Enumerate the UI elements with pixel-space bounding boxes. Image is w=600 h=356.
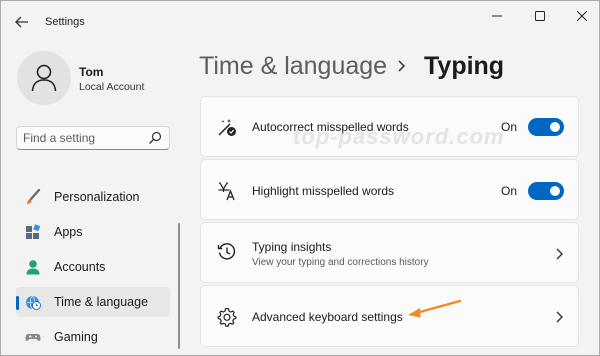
title-bar: Settings (1, 1, 599, 41)
spellcheck-icon (218, 182, 235, 201)
chevron-right-icon (556, 311, 563, 323)
maximize-icon (535, 11, 545, 21)
sidebar-item-label: Accounts (54, 260, 106, 274)
sidebar-item-label: Apps (54, 225, 83, 239)
setting-description: View your typing and corrections history (252, 257, 429, 268)
toggle-knob (550, 122, 560, 132)
globe-clock-icon (26, 295, 41, 310)
sidebar-item-time-language[interactable]: Time & language (16, 287, 170, 317)
setting-card-advanced-keyboard[interactable]: Advanced keyboard settings (200, 285, 579, 347)
gamepad-icon (25, 334, 41, 341)
highlight-toggle[interactable] (528, 182, 564, 200)
autocorrect-toggle[interactable] (528, 118, 564, 136)
app-title: Settings (45, 16, 85, 28)
close-icon (577, 11, 587, 21)
maximize-button[interactable] (522, 5, 558, 27)
sidebar-item-personalization[interactable]: Personalization (16, 182, 170, 212)
setting-card-highlight: Highlight misspelled words On (200, 159, 579, 220)
autocorrect-icon (218, 119, 236, 136)
chevron-right-icon (556, 248, 563, 260)
back-arrow-icon (15, 16, 28, 28)
minimize-icon (492, 15, 502, 17)
page-title: Typing (424, 52, 505, 80)
history-icon (217, 243, 236, 260)
setting-title: Typing insights (252, 240, 332, 254)
toggle-state-label: On (500, 184, 517, 198)
brush-icon (26, 189, 41, 204)
setting-title: Advanced keyboard settings (252, 310, 403, 324)
sidebar-item-label: Personalization (54, 190, 140, 204)
sidebar-item-apps[interactable]: Apps (16, 217, 170, 247)
sidebar-item-gaming[interactable]: Gaming (16, 322, 170, 352)
setting-card-autocorrect: Autocorrect misspelled words On (200, 96, 579, 157)
search-icon[interactable] (148, 131, 162, 145)
gear-icon (217, 307, 237, 327)
accounts-icon (26, 260, 40, 275)
account-type: Local Account (79, 81, 145, 93)
close-button[interactable] (564, 5, 599, 27)
search-box (16, 126, 170, 150)
apps-icon (26, 224, 41, 239)
back-button[interactable] (11, 11, 33, 33)
setting-card-typing-insights[interactable]: Typing insights View your typing and cor… (200, 222, 579, 283)
minimize-button[interactable] (479, 5, 515, 27)
sidebar-scrollbar[interactable] (178, 223, 180, 349)
search-input[interactable] (23, 129, 143, 147)
toggle-state-label: On (500, 120, 517, 134)
sidebar-item-label: Time & language (54, 295, 149, 309)
user-name: Tom (79, 65, 104, 79)
toggle-knob (550, 186, 560, 196)
breadcrumb-parent[interactable]: Time & language (199, 52, 387, 81)
setting-title: Highlight misspelled words (252, 184, 395, 198)
sidebar-item-label: Gaming (54, 330, 98, 344)
settings-window: Settings Tom Local Account Persona (0, 0, 600, 356)
chevron-right-icon (398, 60, 406, 72)
sidebar-item-accounts[interactable]: Accounts (16, 252, 170, 282)
avatar[interactable] (17, 51, 71, 105)
person-icon (31, 64, 57, 92)
active-indicator (16, 296, 19, 310)
annotation-arrow (408, 299, 462, 318)
setting-title: Autocorrect misspelled words (252, 120, 409, 134)
